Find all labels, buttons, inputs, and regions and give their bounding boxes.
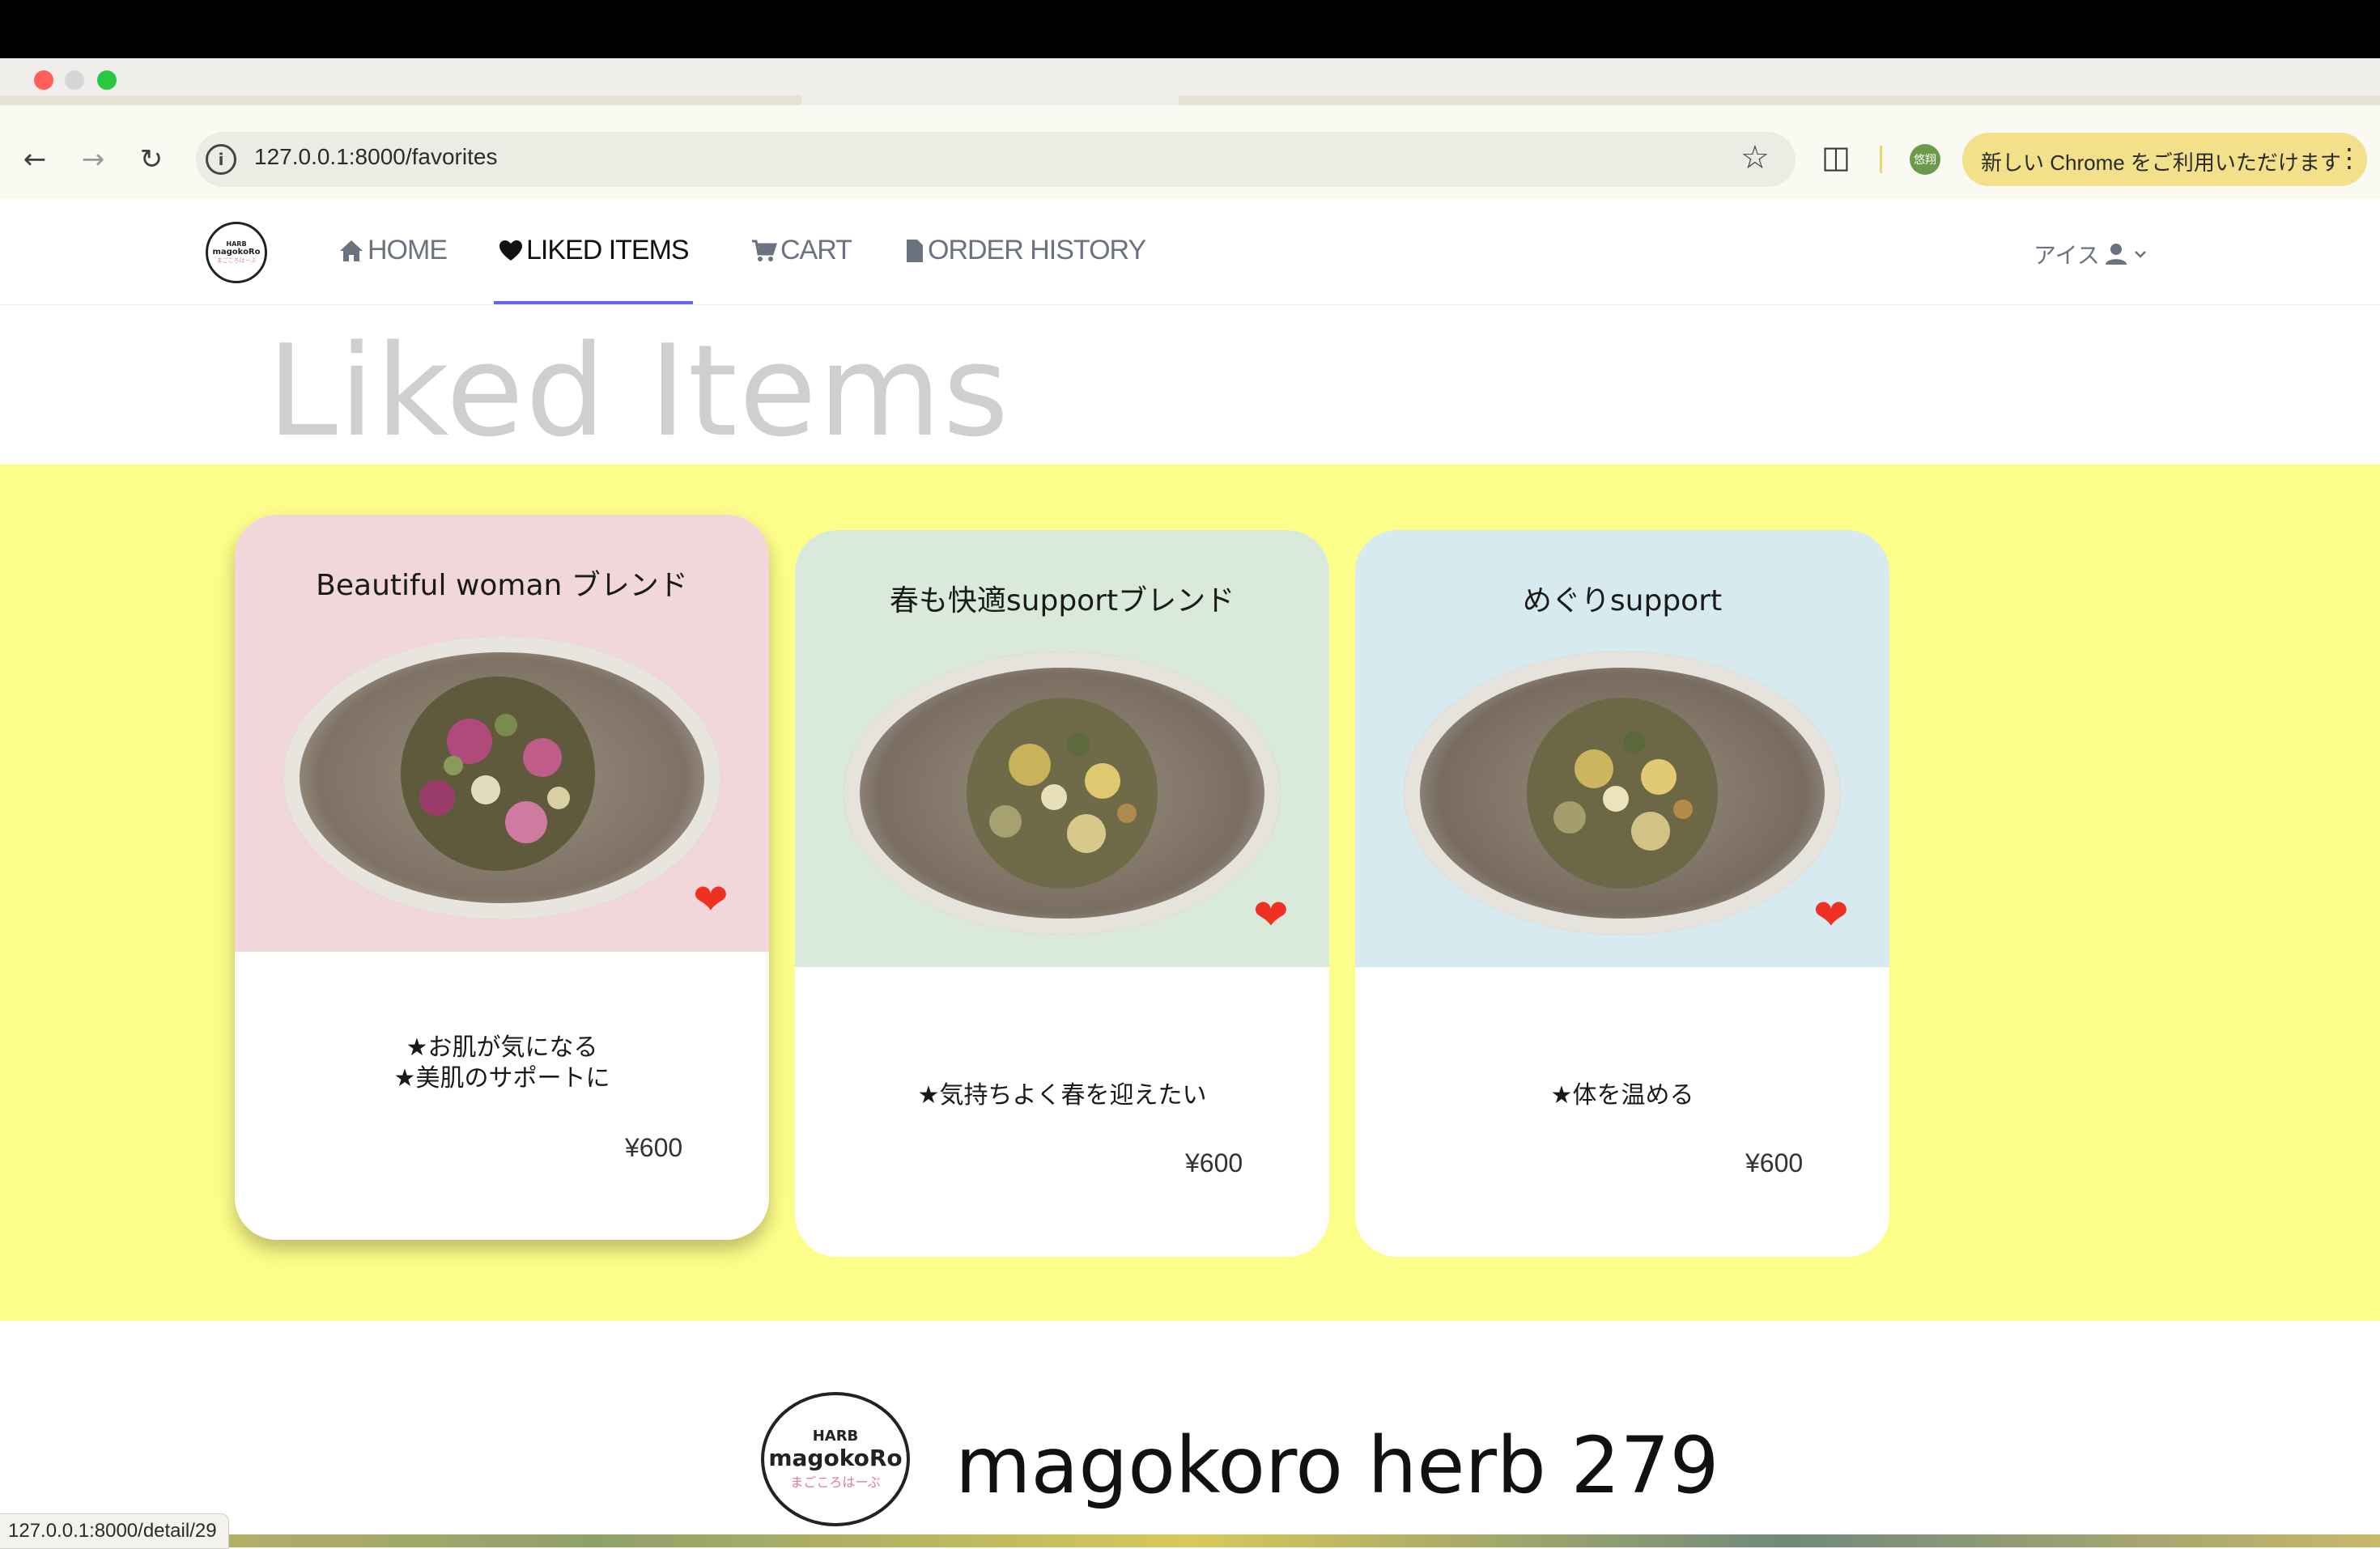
nav-home-label: HOME <box>368 235 448 265</box>
kebab-menu-icon[interactable]: ⋮ <box>2336 142 2362 173</box>
user-name: アイス <box>2034 242 2100 269</box>
product-name[interactable]: 春も快適supportブレンド <box>795 577 1329 619</box>
product-price: ¥600 <box>1745 1148 1804 1178</box>
status-bar-url: 127.0.0.1:8000/detail/29 <box>0 1513 229 1549</box>
window-zoom-button[interactable] <box>97 70 117 90</box>
product-description-line-1: ★お肌が気になる <box>406 1033 598 1062</box>
product-name[interactable]: めぐりsupport <box>1355 577 1889 619</box>
nav-liked-link[interactable]: LIKED ITEMS <box>499 235 690 266</box>
chevron-down-icon <box>2134 251 2146 258</box>
product-image[interactable] <box>283 636 720 919</box>
active-nav-underline <box>494 301 693 304</box>
nav-cart-link[interactable]: CART <box>751 235 852 266</box>
logo-word: magokoRo <box>212 248 261 257</box>
footer-image-strip <box>0 1534 2380 1547</box>
product-image[interactable] <box>844 651 1281 935</box>
heart-icon <box>499 240 522 261</box>
liked-heart-icon[interactable]: ❤ <box>1813 894 1849 936</box>
nav-history-link[interactable]: ORDER HISTORY <box>905 235 1146 266</box>
user-menu[interactable]: アイス <box>2034 238 2148 270</box>
document-icon <box>907 239 923 262</box>
reload-icon[interactable]: ↻ <box>130 138 173 181</box>
footer-logo-word: magokoRo <box>768 1445 903 1471</box>
site-info-icon[interactable]: i <box>206 144 236 175</box>
product-price: ¥600 <box>625 1133 683 1162</box>
liked-heart-icon[interactable]: ❤ <box>693 879 729 921</box>
cart-icon <box>752 240 777 261</box>
window-minimize-button[interactable] <box>65 70 84 90</box>
logo-top-text: HARB <box>226 240 247 248</box>
product-description-line-2: ★美肌のサポートに <box>393 1064 610 1093</box>
footer-brand: magokoro herb 279 <box>955 1420 1719 1511</box>
page-title: Liked Items <box>267 317 1011 465</box>
nav-history-label: ORDER HISTORY <box>928 235 1146 265</box>
footer-logo-top-text: HARB <box>812 1428 859 1445</box>
toolbar-divider <box>1880 146 1882 173</box>
os-top-bar <box>0 0 2380 58</box>
chrome-update-text: 新しい Chrome をご利用いただけます <box>1981 151 2341 175</box>
back-icon[interactable]: ← <box>13 138 57 181</box>
product-price: ¥600 <box>1185 1148 1243 1178</box>
footer-logo-sub-text: まごころはーぶ <box>790 1475 881 1490</box>
nav-cart-label: CART <box>780 235 852 265</box>
product-description-line-1: ★気持ちよく春を迎えたい <box>917 1081 1207 1110</box>
address-url[interactable]: 127.0.0.1:8000/favorites <box>254 144 497 170</box>
window-close-button[interactable] <box>34 70 53 90</box>
liked-heart-icon[interactable]: ❤ <box>1253 894 1289 936</box>
product-card[interactable]: 春も快適supportブレンド ❤ ★気持ちよく春を迎えたい ¥600 <box>795 530 1329 1257</box>
profile-avatar[interactable]: 悠翔 <box>1910 144 1940 175</box>
extensions-icon[interactable]: ◫ <box>1821 139 1851 175</box>
footer-logo: HARB magokoRo まごころはーぶ <box>761 1392 910 1526</box>
site-logo[interactable]: HARB magokoRo まごころはーぶ <box>206 222 267 283</box>
bookmark-star-icon[interactable]: ☆ <box>1740 139 1770 176</box>
product-card[interactable]: Beautiful woman ブレンド ❤ ★お肌が気になる ★美肌のサポート… <box>235 515 769 1240</box>
nav-liked-label: LIKED ITEMS <box>526 235 690 265</box>
product-description-line-1: ★体を温める <box>1550 1081 1694 1110</box>
user-icon <box>2105 244 2127 265</box>
product-card[interactable]: めぐりsupport ❤ ★体を温める ¥600 <box>1355 530 1889 1257</box>
forward-icon[interactable]: → <box>71 138 115 181</box>
logo-sub-text: まごころはーぶ <box>216 257 257 264</box>
product-image[interactable] <box>1404 651 1841 935</box>
home-icon <box>340 240 363 261</box>
nav-home-link[interactable]: HOME <box>338 235 448 266</box>
product-name[interactable]: Beautiful woman ブレンド <box>235 562 769 604</box>
